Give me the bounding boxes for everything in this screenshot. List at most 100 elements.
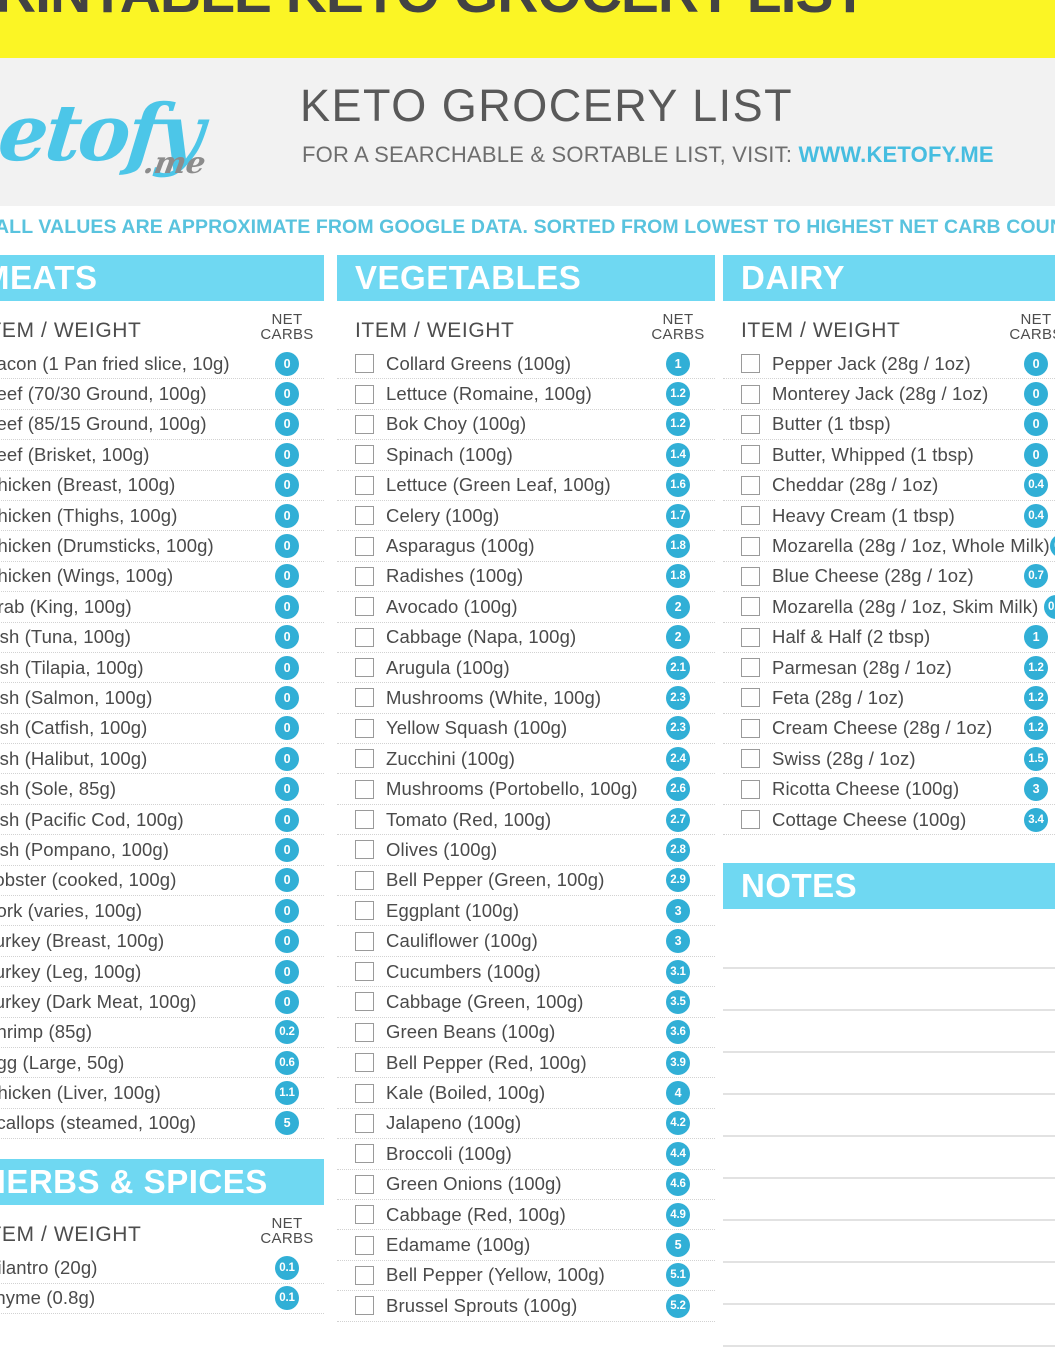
list-item[interactable]: Edamame (100g) 5 bbox=[337, 1230, 715, 1261]
list-item[interactable]: Jalapeno (100g) 4.2 bbox=[337, 1109, 715, 1140]
notes-line[interactable] bbox=[723, 969, 1055, 1012]
list-item[interactable]: Chicken (Wings, 100g) 0 bbox=[0, 562, 324, 593]
checkbox-icon[interactable] bbox=[355, 931, 374, 951]
list-item[interactable]: Fish (Pompano, 100g) 0 bbox=[0, 835, 324, 866]
checkbox-icon[interactable] bbox=[741, 445, 760, 465]
list-item[interactable]: Avocado (100g) 2 bbox=[337, 592, 715, 623]
list-item[interactable]: Fish (Catfish, 100g) 0 bbox=[0, 714, 324, 745]
checkbox-icon[interactable] bbox=[355, 1296, 374, 1316]
list-item[interactable]: Eggplant (100g) 3 bbox=[337, 896, 715, 927]
list-item[interactable]: Lettuce (Romaine, 100g) 1.2 bbox=[337, 379, 715, 410]
checkbox-icon[interactable] bbox=[741, 627, 760, 647]
list-item[interactable]: Olives (100g) 2.8 bbox=[337, 835, 715, 866]
list-item[interactable]: Butter (1 tbsp) 0 bbox=[723, 410, 1055, 441]
list-item[interactable]: Fish (Salmon, 100g) 0 bbox=[0, 683, 324, 714]
checkbox-icon[interactable] bbox=[355, 992, 374, 1012]
checkbox-icon[interactable] bbox=[741, 536, 760, 556]
checkbox-icon[interactable] bbox=[355, 749, 374, 769]
list-item[interactable]: Yellow Squash (100g) 2.3 bbox=[337, 714, 715, 745]
list-item[interactable]: Chicken (Thighs, 100g) 0 bbox=[0, 501, 324, 532]
list-item[interactable]: Swiss (28g / 1oz) 1.5 bbox=[723, 744, 1055, 775]
list-item[interactable]: Beef (85/15 Ground, 100g) 0 bbox=[0, 410, 324, 441]
list-item[interactable]: Bell Pepper (Yellow, 100g) 5.1 bbox=[337, 1261, 715, 1292]
checkbox-icon[interactable] bbox=[355, 506, 374, 526]
list-item[interactable]: Mozarella (28g / 1oz, Skim Milk) 0.8 bbox=[723, 592, 1055, 623]
list-item[interactable]: Kale (Boiled, 100g) 4 bbox=[337, 1078, 715, 1109]
checkbox-icon[interactable] bbox=[741, 566, 760, 586]
checkbox-icon[interactable] bbox=[741, 597, 760, 617]
list-item[interactable]: Bok Choy (100g) 1.2 bbox=[337, 410, 715, 441]
list-item[interactable]: Turkey (Leg, 100g) 0 bbox=[0, 957, 324, 988]
checkbox-icon[interactable] bbox=[355, 901, 374, 921]
list-item[interactable]: Pork (varies, 100g) 0 bbox=[0, 896, 324, 927]
list-item[interactable]: Lobster (cooked, 100g) 0 bbox=[0, 866, 324, 897]
list-item[interactable]: Brussel Sprouts (100g) 5.2 bbox=[337, 1291, 715, 1322]
list-item[interactable]: Turkey (Breast, 100g) 0 bbox=[0, 926, 324, 957]
list-item[interactable]: Fish (Tilapia, 100g) 0 bbox=[0, 653, 324, 684]
list-item[interactable]: Tomato (Red, 100g) 2.7 bbox=[337, 805, 715, 836]
list-item[interactable]: Fish (Halibut, 100g) 0 bbox=[0, 744, 324, 775]
list-item[interactable]: Cabbage (Napa, 100g) 2 bbox=[337, 623, 715, 653]
notes-line[interactable] bbox=[723, 1263, 1055, 1306]
list-item[interactable]: Mushrooms (White, 100g) 2.3 bbox=[337, 683, 715, 714]
list-item[interactable]: Chicken (Drumsticks, 100g) 0 bbox=[0, 531, 324, 562]
list-item[interactable]: Scallops (steamed, 100g) 5 bbox=[0, 1109, 324, 1140]
notes-line[interactable] bbox=[723, 1305, 1055, 1347]
checkbox-icon[interactable] bbox=[741, 354, 760, 374]
checkbox-icon[interactable] bbox=[355, 536, 374, 556]
list-item[interactable]: Broccoli (100g) 4.4 bbox=[337, 1139, 715, 1170]
checkbox-icon[interactable] bbox=[355, 688, 374, 708]
checkbox-icon[interactable] bbox=[355, 840, 374, 860]
notes-area[interactable] bbox=[723, 909, 1055, 1347]
notes-line[interactable] bbox=[723, 1011, 1055, 1054]
list-item[interactable]: Monterey Jack (28g / 1oz) 0 bbox=[723, 379, 1055, 410]
list-item[interactable]: Cheddar (28g / 1oz) 0.4 bbox=[723, 471, 1055, 501]
notes-line[interactable] bbox=[723, 1053, 1055, 1096]
list-item[interactable]: Asparagus (100g) 1.8 bbox=[337, 531, 715, 562]
checkbox-icon[interactable] bbox=[741, 658, 760, 678]
checkbox-icon[interactable] bbox=[355, 962, 374, 981]
list-item[interactable]: Fish (Pacific Cod, 100g) 0 bbox=[0, 805, 324, 836]
checkbox-icon[interactable] bbox=[355, 1144, 374, 1164]
checkbox-icon[interactable] bbox=[355, 1235, 374, 1255]
list-item[interactable]: Butter, Whipped (1 tbsp) 0 bbox=[723, 440, 1055, 471]
checkbox-icon[interactable] bbox=[355, 1205, 374, 1225]
list-item[interactable]: Lettuce (Green Leaf, 100g) 1.6 bbox=[337, 471, 715, 501]
checkbox-icon[interactable] bbox=[355, 810, 374, 830]
checkbox-icon[interactable] bbox=[355, 1083, 374, 1103]
checkbox-icon[interactable] bbox=[741, 414, 760, 434]
checkbox-icon[interactable] bbox=[355, 354, 374, 374]
list-item[interactable]: Cream Cheese (28g / 1oz) 1.2 bbox=[723, 714, 1055, 745]
checkbox-icon[interactable] bbox=[355, 779, 374, 799]
list-item[interactable]: Cauliflower (100g) 3 bbox=[337, 926, 715, 957]
checkbox-icon[interactable] bbox=[355, 384, 374, 404]
notes-line[interactable] bbox=[723, 1137, 1055, 1180]
checkbox-icon[interactable] bbox=[741, 688, 760, 708]
list-item[interactable]: Chicken (Liver, 100g) 1.1 bbox=[0, 1078, 324, 1109]
notes-line[interactable] bbox=[723, 1221, 1055, 1264]
checkbox-icon[interactable] bbox=[355, 870, 374, 890]
list-item[interactable]: Fish (Tuna, 100g) 0 bbox=[0, 623, 324, 653]
list-item[interactable]: Half & Half (2 tbsp) 1 bbox=[723, 623, 1055, 653]
list-item[interactable]: Cilantro (20g) 0.1 bbox=[0, 1253, 324, 1284]
notes-line[interactable] bbox=[723, 1095, 1055, 1138]
list-item[interactable]: Cottage Cheese (100g) 3.4 bbox=[723, 805, 1055, 836]
checkbox-icon[interactable] bbox=[741, 506, 760, 526]
checkbox-icon[interactable] bbox=[355, 658, 374, 678]
checkbox-icon[interactable] bbox=[355, 445, 374, 465]
checkbox-icon[interactable] bbox=[741, 810, 760, 830]
list-item[interactable]: Beef (70/30 Ground, 100g) 0 bbox=[0, 379, 324, 410]
list-item[interactable]: Mozarella (28g / 1oz, Whole Milk)0.6 bbox=[723, 531, 1055, 562]
checkbox-icon[interactable] bbox=[741, 749, 760, 769]
list-item[interactable]: Parmesan (28g / 1oz) 1.2 bbox=[723, 653, 1055, 684]
list-item[interactable]: Fish (Sole, 85g) 0 bbox=[0, 774, 324, 805]
list-item[interactable]: Crab (King, 100g) 0 bbox=[0, 592, 324, 623]
checkbox-icon[interactable] bbox=[355, 718, 374, 738]
list-item[interactable]: Thyme (0.8g) 0.1 bbox=[0, 1284, 324, 1314]
website-link[interactable]: WWW.KETOFY.ME bbox=[798, 142, 993, 167]
list-item[interactable]: Green Beans (100g) 3.6 bbox=[337, 1018, 715, 1048]
checkbox-icon[interactable] bbox=[355, 1022, 374, 1042]
checkbox-icon[interactable] bbox=[741, 718, 760, 738]
list-item[interactable]: Celery (100g) 1.7 bbox=[337, 501, 715, 532]
list-item[interactable]: Radishes (100g) 1.8 bbox=[337, 562, 715, 593]
